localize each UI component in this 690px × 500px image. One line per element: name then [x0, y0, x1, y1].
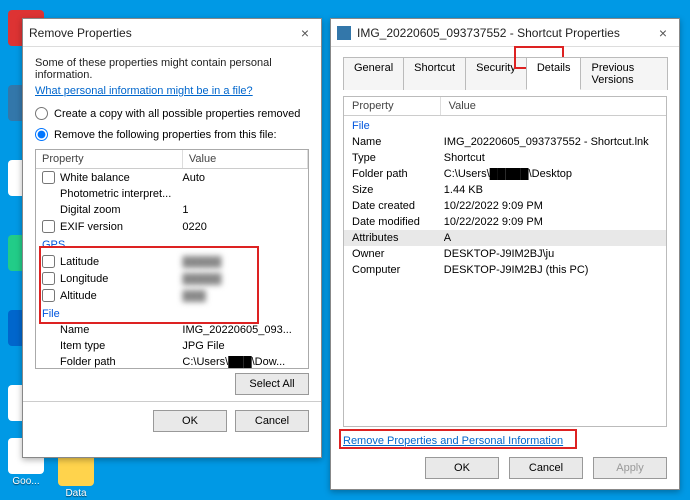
grid-row[interactable]: Folder pathC:\Users\█████\Desktop	[344, 166, 666, 182]
titlebar: IMG_20220605_093737552 - Shortcut Proper…	[331, 19, 679, 47]
window-title: IMG_20220605_093737552 - Shortcut Proper…	[357, 26, 620, 40]
radio-input[interactable]	[35, 128, 48, 141]
list-item[interactable]: Latitude█████	[36, 253, 308, 270]
grid-row[interactable]: ComputerDESKTOP-J9IM2BJ (this PC)	[344, 262, 666, 278]
list-item[interactable]: EXIF version0220	[36, 218, 308, 235]
tab-general[interactable]: General	[343, 57, 404, 90]
close-icon[interactable]: ×	[295, 25, 315, 41]
col-property: Property	[36, 150, 183, 168]
select-all-button[interactable]: Select All	[235, 373, 309, 395]
tab-security[interactable]: Security	[465, 57, 527, 90]
tab-shortcut[interactable]: Shortcut	[403, 57, 466, 90]
cancel-button[interactable]: Cancel	[509, 457, 583, 479]
properties-listbox[interactable]: Property Value White balanceAuto Photome…	[35, 149, 309, 369]
remove-properties-window: Remove Properties × Some of these proper…	[22, 18, 322, 458]
list-item[interactable]: Digital zoom1	[36, 202, 308, 218]
group-file: File	[344, 116, 666, 134]
list-item[interactable]: Longitude█████	[36, 270, 308, 287]
grid-row[interactable]: Date created10/22/2022 9:09 PM	[344, 198, 666, 214]
grid-row[interactable]: Size1.44 KB	[344, 182, 666, 198]
radio-create-copy[interactable]: Create a copy with all possible properti…	[35, 107, 309, 120]
info-text: Some of these properties might contain p…	[35, 57, 309, 81]
radio-input[interactable]	[35, 107, 48, 120]
radio-remove-following[interactable]: Remove the following properties from thi…	[35, 128, 309, 141]
col-property: Property	[344, 97, 441, 115]
tab-details[interactable]: Details	[526, 57, 582, 90]
close-icon[interactable]: ×	[653, 25, 673, 41]
list-item[interactable]: Folder pathC:\Users\███\Dow...	[36, 354, 308, 369]
ok-button[interactable]: OK	[425, 457, 499, 479]
window-title: Remove Properties	[29, 26, 132, 40]
ok-button[interactable]: OK	[153, 410, 227, 432]
list-item[interactable]: White balanceAuto	[36, 169, 308, 186]
group-file: File	[36, 304, 308, 322]
grid-header: Property Value	[344, 97, 666, 116]
titlebar: Remove Properties ×	[23, 19, 321, 47]
group-gps: GPS	[36, 235, 308, 253]
remove-properties-link[interactable]: Remove Properties and Personal Informati…	[343, 435, 563, 447]
help-link[interactable]: What personal information might be in a …	[35, 85, 309, 97]
grid-row[interactable]: OwnerDESKTOP-J9IM2BJ\ju	[344, 246, 666, 262]
grid-row[interactable]: AttributesA	[344, 230, 666, 246]
cancel-button[interactable]: Cancel	[235, 410, 309, 432]
col-value: Value	[441, 97, 666, 115]
shortcut-icon	[337, 26, 351, 40]
list-item[interactable]: NameIMG_20220605_093...	[36, 322, 308, 338]
apply-button[interactable]: Apply	[593, 457, 667, 479]
tab-previous-versions[interactable]: Previous Versions	[580, 57, 668, 90]
grid-row[interactable]: TypeShortcut	[344, 150, 666, 166]
list-header: Property Value	[36, 150, 308, 169]
details-grid[interactable]: Property Value File NameIMG_20220605_093…	[343, 96, 667, 427]
grid-row[interactable]: Date modified10/22/2022 9:09 PM	[344, 214, 666, 230]
tabs: General Shortcut Security Details Previo…	[343, 57, 667, 90]
col-value: Value	[183, 150, 308, 168]
list-item[interactable]: Altitude███	[36, 287, 308, 304]
grid-row[interactable]: NameIMG_20220605_093737552 - Shortcut.ln…	[344, 134, 666, 150]
list-item[interactable]: Photometric interpret...	[36, 186, 308, 202]
list-item[interactable]: Item typeJPG File	[36, 338, 308, 354]
properties-window: IMG_20220605_093737552 - Shortcut Proper…	[330, 18, 680, 490]
